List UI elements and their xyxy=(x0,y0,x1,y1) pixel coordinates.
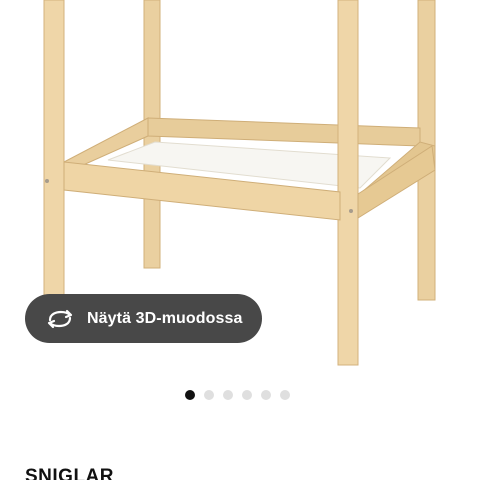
view-3d-label: Näytä 3D-muodossa xyxy=(87,309,243,327)
carousel-dot-6[interactable] xyxy=(280,390,290,400)
carousel-dot-4[interactable] xyxy=(242,390,252,400)
view-3d-button[interactable]: Näytä 3D-muodossa xyxy=(25,294,262,343)
carousel-dots xyxy=(185,390,290,400)
carousel-dot-2[interactable] xyxy=(204,390,214,400)
product-name: SNIGLAR xyxy=(25,466,114,480)
rotate-3d-icon xyxy=(45,307,75,331)
product-page: Näytä 3D-muodossa SNIGLAR xyxy=(0,0,480,480)
carousel-dot-5[interactable] xyxy=(261,390,271,400)
carousel-dot-3[interactable] xyxy=(223,390,233,400)
carousel-dot-1[interactable] xyxy=(185,390,195,400)
